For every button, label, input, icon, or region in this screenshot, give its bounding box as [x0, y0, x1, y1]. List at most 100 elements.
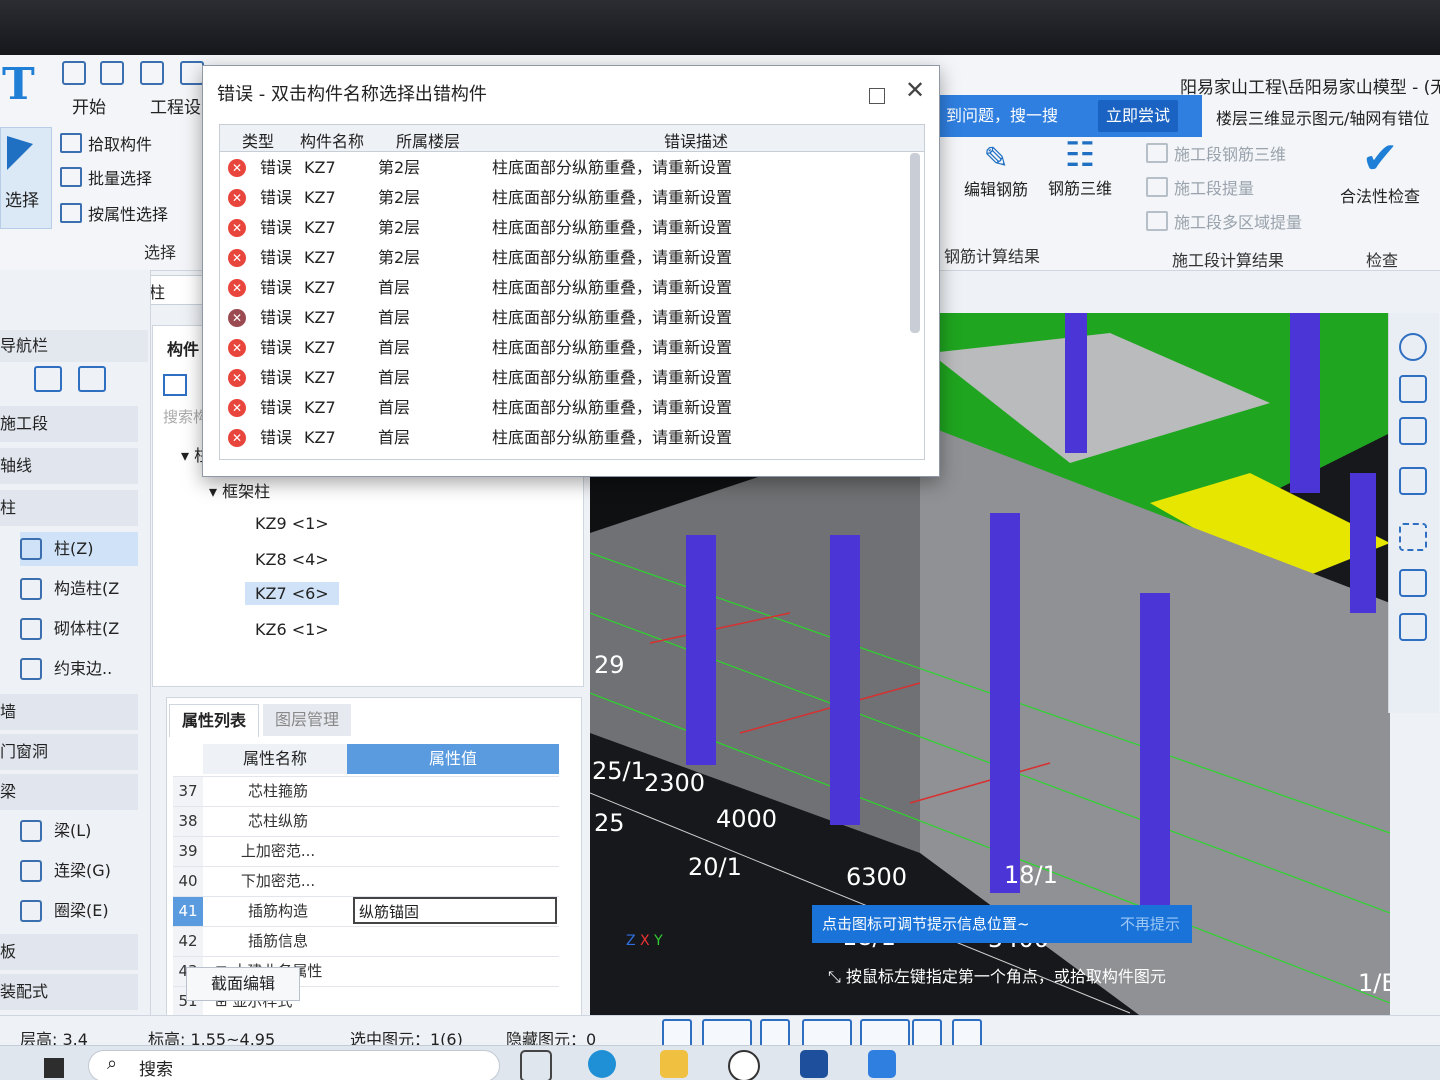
error-row[interactable]: ✕ 错误 KZ7 首层 柱底面部分纵筋重叠，请重新设置: [220, 333, 910, 362]
tab-start[interactable]: 开始: [72, 93, 106, 118]
error-row[interactable]: ✕ 错误 KZ7 首层 柱底面部分纵筋重叠，请重新设置: [220, 363, 910, 392]
nav-category-prefab[interactable]: 装配式: [0, 974, 138, 1010]
stage-extract-button[interactable]: 施工段提量: [1146, 175, 1254, 199]
property-value[interactable]: [353, 777, 557, 804]
component-name[interactable]: KZ7: [304, 303, 336, 332]
component-name[interactable]: KZ7: [304, 153, 336, 182]
property-row-selected[interactable]: 41 插筋构造 纵筋锚固: [173, 896, 559, 926]
solid-cube-icon[interactable]: [1399, 467, 1427, 495]
view-2d-icon[interactable]: [1399, 375, 1427, 403]
property-value[interactable]: [353, 867, 557, 894]
stage-rebar-3d-button[interactable]: 施工段钢筋三维: [1146, 141, 1286, 165]
nav-category-stage[interactable]: 施工段: [0, 406, 138, 442]
tree-tab[interactable]: 构件: [167, 336, 199, 360]
nav-item-beam[interactable]: 梁(L): [20, 814, 138, 848]
dell-icon[interactable]: [728, 1050, 760, 1080]
tab-layer-management[interactable]: 图层管理: [263, 704, 352, 736]
nav-category-beam[interactable]: 梁: [0, 774, 138, 810]
tree-item[interactable]: KZ9 <1>: [255, 514, 329, 533]
column-kz[interactable]: [1140, 593, 1170, 923]
error-row[interactable]: ✕ 错误 KZ7 第2层 柱底面部分纵筋重叠，请重新设置: [220, 213, 910, 242]
error-table-scrollbar[interactable]: [910, 153, 920, 333]
tree-item[interactable]: KZ8 <4>: [255, 550, 329, 569]
component-name[interactable]: KZ7: [304, 273, 336, 302]
tab-property-list[interactable]: 属性列表: [169, 704, 260, 737]
rebar-3d-button[interactable]: ☷ 钢筋三维: [1048, 135, 1112, 199]
error-row[interactable]: ✕ 错误 KZ7 首层 柱底面部分纵筋重叠，请重新设置: [220, 423, 910, 452]
file-explorer-icon[interactable]: [660, 1050, 688, 1078]
detail-view-icon[interactable]: [78, 366, 106, 392]
gtj-app-icon[interactable]: [868, 1050, 896, 1078]
new-component-icon[interactable]: [163, 374, 187, 396]
component-name[interactable]: KZ7: [304, 183, 336, 212]
property-row[interactable]: 38 芯柱纵筋: [173, 806, 559, 836]
component-name[interactable]: KZ7: [304, 333, 336, 362]
tree-item-selected[interactable]: KZ7 <6>: [245, 582, 339, 605]
settings-list-icon[interactable]: [1399, 613, 1427, 641]
error-row[interactable]: ✕ 错误 KZ7 首层 柱底面部分纵筋重叠，请重新设置: [220, 393, 910, 422]
col-floor[interactable]: 所属楼层: [396, 128, 460, 152]
type-select[interactable]: 柱: [142, 275, 204, 305]
error-row-hovered[interactable]: ✕ 错误 KZ7 首层 柱底面部分纵筋重叠，请重新设置: [220, 303, 910, 332]
select-by-attr-button[interactable]: 按属性选择: [60, 201, 168, 225]
tab-project-settings[interactable]: 工程设: [150, 93, 201, 118]
legality-check-button[interactable]: ✔ 合法性检查: [1340, 135, 1420, 207]
col-error-desc[interactable]: 错误描述: [664, 128, 728, 152]
save-icon[interactable]: [180, 61, 204, 85]
new-doc-icon[interactable]: [100, 61, 124, 85]
property-row[interactable]: 37 芯柱箍筋: [173, 776, 559, 806]
fit-view-icon[interactable]: [1399, 523, 1427, 551]
component-name[interactable]: KZ7: [304, 393, 336, 422]
search-banner[interactable]: 到问题，搜一搜 立即尝试: [940, 95, 1202, 137]
select-button[interactable]: 选择: [0, 127, 52, 229]
orbit-icon[interactable]: [1399, 333, 1427, 361]
property-value-input[interactable]: 纵筋锚固: [353, 897, 557, 924]
edge-browser-icon[interactable]: [588, 1050, 616, 1078]
dismiss-tip-button[interactable]: 不再提示: [1120, 905, 1180, 943]
nav-category-slab[interactable]: 板: [0, 934, 138, 970]
nav-item-ring-beam[interactable]: 圈梁(E): [20, 894, 138, 928]
nav-category-column[interactable]: 柱: [0, 490, 138, 526]
nav-category-opening[interactable]: 门窗洞: [0, 734, 138, 770]
property-value[interactable]: [353, 837, 557, 864]
nav-item-link-beam[interactable]: 连梁(G): [20, 854, 138, 888]
pick-component-button[interactable]: 拾取构件: [60, 131, 152, 155]
error-row[interactable]: ✕ 错误 KZ7 首层 柱底面部分纵筋重叠，请重新设置: [220, 273, 910, 302]
nav-item-column[interactable]: 柱(Z): [20, 532, 138, 566]
property-row[interactable]: 39 上加密范...: [173, 836, 559, 866]
column-kz[interactable]: [1290, 313, 1320, 493]
nav-item-boundary[interactable]: 约束边..: [20, 652, 138, 686]
batch-select-button[interactable]: 批量选择: [60, 165, 152, 189]
col-component-name[interactable]: 构件名称: [300, 128, 364, 152]
taskbar-search[interactable]: ⌕ 搜索: [88, 1050, 500, 1080]
open-folder-icon[interactable]: [140, 61, 164, 85]
error-row[interactable]: ✕ 错误 KZ7 第2层 柱底面部分纵筋重叠，请重新设置: [220, 243, 910, 272]
property-row[interactable]: 42 插筋信息: [173, 926, 559, 956]
column-kz[interactable]: [830, 535, 860, 825]
tree-item[interactable]: KZ6 <1>: [255, 620, 329, 639]
view-3d-cube-icon[interactable]: [1399, 417, 1427, 445]
error-row[interactable]: ✕ 错误 KZ7 第2层 柱底面部分纵筋重叠，请重新设置: [220, 183, 910, 212]
close-icon[interactable]: ✕: [905, 78, 925, 102]
col-type[interactable]: 类型: [242, 128, 274, 152]
try-now-button[interactable]: 立即尝试: [1098, 100, 1179, 132]
list-view-icon[interactable]: [34, 366, 62, 392]
isometric-icon[interactable]: [1399, 569, 1427, 597]
nav-category-wall[interactable]: 墙: [0, 694, 138, 730]
nav-item-construct-column[interactable]: 构造柱(Z: [20, 572, 138, 606]
property-value[interactable]: [353, 927, 557, 954]
component-name[interactable]: KZ7: [304, 423, 336, 452]
property-row[interactable]: 40 下加密范...: [173, 866, 559, 896]
stage-multi-extract-button[interactable]: 施工段多区域提量: [1146, 209, 1302, 233]
new-file-icon[interactable]: [62, 61, 86, 85]
column-kz[interactable]: [1065, 313, 1087, 453]
component-name[interactable]: KZ7: [304, 213, 336, 242]
cad-app-icon[interactable]: [800, 1050, 828, 1078]
tree-group[interactable]: ▾ 框架柱: [209, 478, 270, 502]
section-edit-button[interactable]: 截面编辑: [186, 967, 300, 1001]
maximize-icon[interactable]: [869, 88, 885, 104]
nav-item-masonry-column[interactable]: 砌体柱(Z: [20, 612, 138, 646]
column-kz[interactable]: [1350, 473, 1376, 613]
nav-category-axis[interactable]: 轴线: [0, 448, 138, 484]
error-row[interactable]: ✕ 错误 KZ7 第2层 柱底面部分纵筋重叠，请重新设置: [220, 153, 910, 182]
